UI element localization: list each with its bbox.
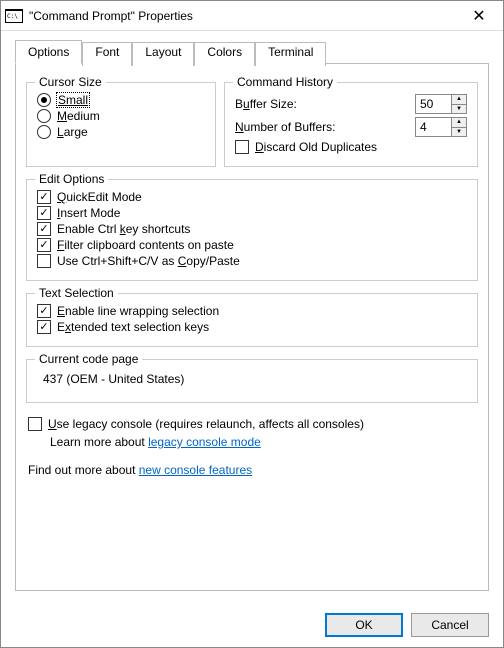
tab-colors[interactable]: Colors	[194, 42, 255, 66]
buffer-size-row: Buffer Size: ▲▼	[235, 94, 467, 114]
textsel-legend: Text Selection	[35, 286, 118, 300]
cursor-large-label: Large	[57, 125, 88, 139]
button-row: OK Cancel	[1, 603, 503, 647]
radio-icon	[37, 125, 51, 139]
legacy-console-checkbox[interactable]: Use legacy console (requires relaunch, a…	[28, 417, 476, 431]
num-buffers-spinner[interactable]: ▲▼	[415, 117, 467, 137]
linewrap-label: Enable line wrapping selection	[57, 304, 219, 318]
buffer-size-input[interactable]	[415, 94, 451, 114]
tab-layout[interactable]: Layout	[132, 42, 194, 66]
spinner-buttons[interactable]: ▲▼	[451, 117, 467, 137]
legacy-block: Use legacy console (requires relaunch, a…	[28, 415, 476, 449]
cancel-button[interactable]: Cancel	[411, 613, 489, 637]
properties-window: C:\ "Command Prompt" Properties ✕ Option…	[0, 0, 504, 648]
history-legend: Command History	[233, 75, 337, 89]
codepage-legend: Current code page	[35, 352, 142, 366]
quickedit-checkbox[interactable]: QuickEdit Mode	[37, 190, 467, 204]
linewrap-checkbox[interactable]: Enable line wrapping selection	[37, 304, 467, 318]
cursor-legend: Cursor Size	[35, 75, 106, 89]
checkbox-icon	[37, 238, 51, 252]
checkbox-icon	[37, 320, 51, 334]
codepage-group: Current code page 437 (OEM - United Stat…	[26, 359, 478, 403]
extended-label: Extended text selection keys	[57, 320, 209, 334]
content-area: Options Font Layout Colors Terminal Curs…	[1, 31, 503, 603]
checkbox-icon	[37, 254, 51, 268]
checkbox-icon	[37, 222, 51, 236]
spinner-buttons[interactable]: ▲▼	[451, 94, 467, 114]
edit-legend: Edit Options	[35, 172, 108, 186]
tab-font[interactable]: Font	[82, 42, 132, 66]
text-selection-group: Text Selection Enable line wrapping sele…	[26, 293, 478, 347]
radio-icon	[37, 109, 51, 123]
tab-terminal[interactable]: Terminal	[255, 42, 326, 66]
insert-checkbox[interactable]: Insert Mode	[37, 206, 467, 220]
checkbox-icon	[28, 417, 42, 431]
insert-label: Insert Mode	[57, 206, 120, 220]
buffer-size-spinner[interactable]: ▲▼	[415, 94, 467, 114]
filter-checkbox[interactable]: Filter clipboard contents on paste	[37, 238, 467, 252]
filter-label: Filter clipboard contents on paste	[57, 238, 234, 252]
cursor-size-group: Cursor Size Small Medium Large	[26, 82, 216, 167]
legacy-learn-line: Learn more about legacy console mode	[50, 435, 476, 449]
checkbox-icon	[37, 206, 51, 220]
cursor-small-label: Small	[57, 93, 89, 107]
codepage-value: 437 (OEM - United States)	[37, 368, 467, 392]
num-buffers-input[interactable]	[415, 117, 451, 137]
discard-label: Discard Old Duplicates	[255, 140, 377, 154]
radio-icon	[37, 93, 51, 107]
cursor-large-radio[interactable]: Large	[37, 125, 205, 139]
spin-up-icon[interactable]: ▲	[452, 95, 466, 105]
spin-down-icon[interactable]: ▼	[452, 128, 466, 137]
svg-text:C:\: C:\	[7, 13, 18, 20]
ok-button[interactable]: OK	[325, 613, 403, 637]
titlebar: C:\ "Command Prompt" Properties ✕	[1, 1, 503, 31]
ctrlshift-checkbox[interactable]: Use Ctrl+Shift+C/V as Copy/Paste	[37, 254, 467, 268]
legacy-console-link[interactable]: legacy console mode	[148, 435, 261, 449]
new-console-features-link[interactable]: new console features	[139, 463, 252, 477]
cmd-icon: C:\	[5, 8, 23, 24]
ctrlshift-label: Use Ctrl+Shift+C/V as Copy/Paste	[57, 254, 240, 268]
spin-down-icon[interactable]: ▼	[452, 105, 466, 114]
num-buffers-row: Number of Buffers: ▲▼	[235, 117, 467, 137]
checkbox-icon	[235, 140, 249, 154]
spin-up-icon[interactable]: ▲	[452, 118, 466, 128]
quickedit-label: QuickEdit Mode	[57, 190, 142, 204]
options-panel: Cursor Size Small Medium Large	[15, 63, 489, 591]
edit-options-group: Edit Options QuickEdit Mode Insert Mode …	[26, 179, 478, 281]
checkbox-icon	[37, 304, 51, 318]
ctrlkey-label: Enable Ctrl key shortcuts	[57, 222, 190, 236]
tab-options[interactable]: Options	[15, 40, 82, 64]
close-button[interactable]: ✕	[459, 1, 499, 31]
cursor-small-radio[interactable]: Small	[37, 93, 205, 107]
num-buffers-label: Number of Buffers:	[235, 120, 336, 134]
ctrlkey-checkbox[interactable]: Enable Ctrl key shortcuts	[37, 222, 467, 236]
top-row: Cursor Size Small Medium Large	[26, 76, 478, 167]
buffer-size-label: Buffer Size:	[235, 97, 297, 111]
cursor-medium-radio[interactable]: Medium	[37, 109, 205, 123]
command-history-group: Command History Buffer Size: ▲▼ Number o…	[224, 82, 478, 167]
discard-duplicates-checkbox[interactable]: Discard Old Duplicates	[235, 140, 467, 154]
window-title: "Command Prompt" Properties	[29, 9, 459, 23]
extended-checkbox[interactable]: Extended text selection keys	[37, 320, 467, 334]
checkbox-icon	[37, 190, 51, 204]
findout-line: Find out more about new console features	[28, 463, 476, 477]
cursor-medium-label: Medium	[57, 109, 100, 123]
tab-strip: Options Font Layout Colors Terminal	[15, 40, 489, 64]
legacy-label: Use legacy console (requires relaunch, a…	[48, 417, 364, 431]
